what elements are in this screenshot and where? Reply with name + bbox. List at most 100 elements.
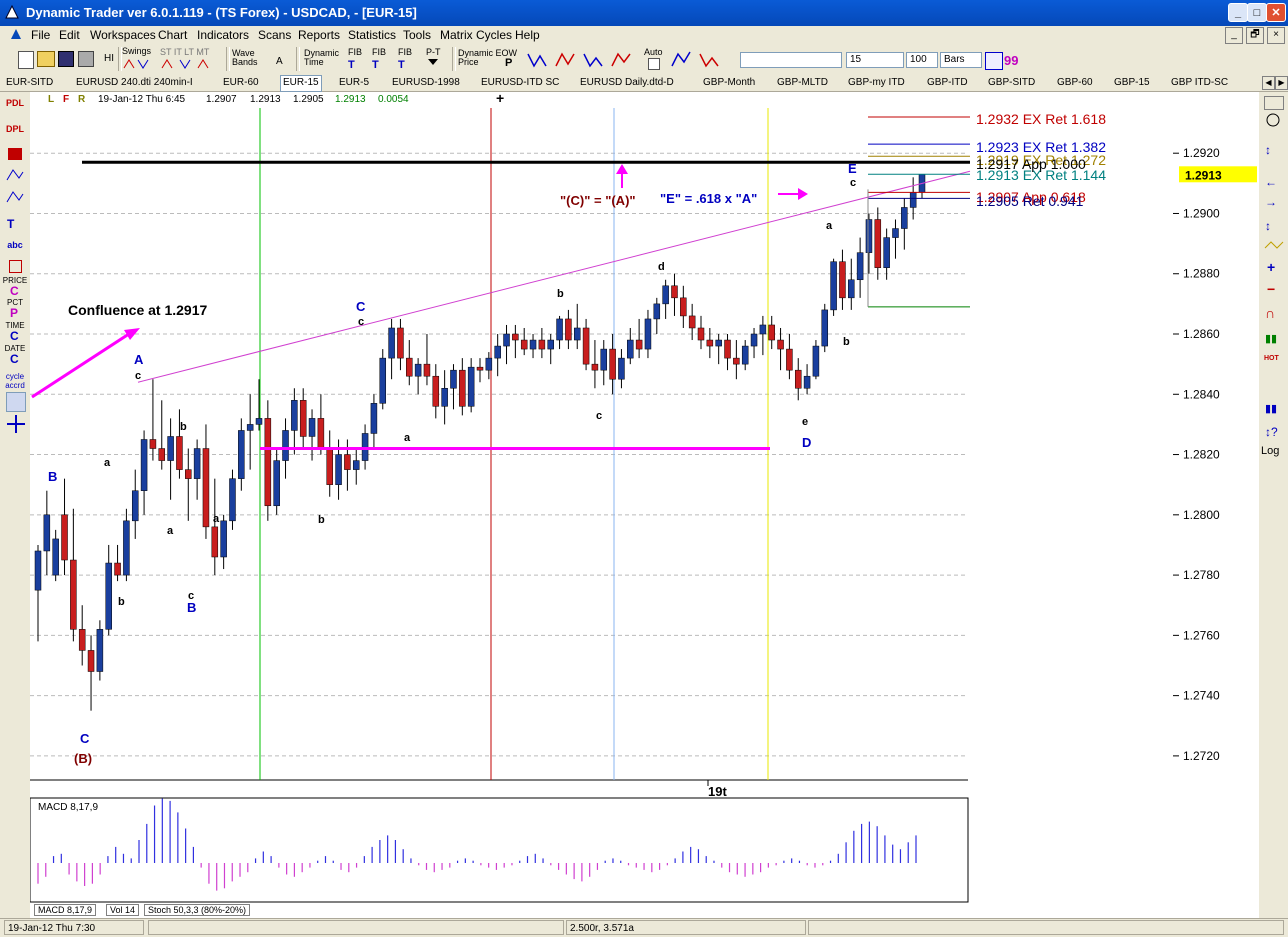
- flag-r[interactable]: R: [78, 94, 85, 105]
- right-tool-icons[interactable]: ↕ ← → ↕ + − ∩ ▮▮ HOT ▮▮ ↕?: [1263, 112, 1285, 452]
- new-chart-icon[interactable]: [18, 51, 34, 69]
- fib-button-1[interactable]: FIB: [348, 48, 362, 57]
- wave-label: a: [213, 513, 220, 525]
- wave-label: d: [658, 261, 665, 273]
- tab-eur-5[interactable]: EUR-5: [339, 75, 369, 90]
- swings-icons[interactable]: [122, 58, 222, 70]
- save-icon[interactable]: [58, 51, 74, 67]
- print-icon[interactable]: [78, 51, 94, 67]
- bar-chart-toggle-icon[interactable]: [985, 52, 1003, 70]
- dynamic-time-button[interactable]: Dynamic Time: [304, 49, 340, 67]
- menu-indicators[interactable]: Indicators: [197, 28, 249, 42]
- tab-eur-sitd[interactable]: EUR-SITD: [6, 75, 53, 90]
- price-chart[interactable]: 1.2920 1.2900 1.2880 1.2860 1.2840 1.2820 1.28…: [30, 92, 1259, 918]
- candle-body: [229, 478, 236, 522]
- tab-stoch[interactable]: Stoch 50,3,3 (80%-20%): [144, 904, 251, 916]
- macd-label: MACD 8,17,9: [38, 802, 98, 813]
- mdi-restore-button[interactable]: 🗗: [1246, 27, 1264, 44]
- tab-gbp-15[interactable]: GBP-15: [1114, 75, 1150, 90]
- eow-p-button[interactable]: P: [505, 58, 512, 69]
- menu-chart[interactable]: Chart: [158, 28, 187, 42]
- tab-gbp-my-itd[interactable]: GBP-my ITD: [848, 75, 905, 90]
- dpl-button[interactable]: DPL: [2, 124, 28, 134]
- fib-button-3[interactable]: FIB: [398, 48, 412, 57]
- wave-bands-button[interactable]: Wave Bands: [232, 49, 260, 67]
- tab-eur-60[interactable]: EUR-60: [223, 75, 259, 90]
- abc-button[interactable]: abc: [2, 240, 28, 250]
- flag-l[interactable]: L: [48, 94, 54, 105]
- pdl-button[interactable]: PDL: [2, 98, 28, 108]
- tab-gbp-itd-sc[interactable]: GBP ITD-SC: [1171, 75, 1228, 90]
- menu-matrix-cycles[interactable]: Matrix Cycles: [440, 28, 512, 42]
- wave-tools-icons[interactable]: [5, 168, 25, 208]
- tab-macd[interactable]: MACD 8,17,9: [34, 904, 97, 916]
- tab-eurusd-itd-sc[interactable]: EURUSD-ITD SC: [481, 75, 559, 90]
- scroll-up-icon[interactable]: [1264, 96, 1284, 110]
- svg-text:→: →: [1265, 195, 1277, 209]
- wave-a-button[interactable]: A: [276, 57, 283, 67]
- wave-label: c: [850, 177, 856, 189]
- tab-gbp-60[interactable]: GBP-60: [1057, 75, 1093, 90]
- menu-scans[interactable]: Scans: [258, 28, 291, 42]
- eraser-icon[interactable]: [8, 148, 22, 160]
- menu-workspaces[interactable]: Workspaces: [90, 28, 156, 42]
- tab-scroll-right-icon[interactable]: ▶: [1275, 76, 1288, 90]
- menu-tools[interactable]: Tools: [403, 28, 431, 42]
- elliott-tools-icons[interactable]: [670, 50, 730, 70]
- tab-vol[interactable]: Vol 14: [106, 904, 140, 916]
- menu-reports[interactable]: Reports: [298, 28, 340, 42]
- candle-body: [123, 520, 130, 576]
- fib-vertical-icon[interactable]: T: [5, 214, 25, 234]
- tab-eurusd-1998[interactable]: EURUSD-1998: [392, 75, 460, 90]
- fib-button-2[interactable]: FIB: [372, 48, 386, 57]
- pointer-icon[interactable]: [6, 392, 26, 412]
- add-indicator-icon[interactable]: +: [496, 90, 504, 106]
- flag-f[interactable]: F: [63, 94, 69, 105]
- auto-checkbox[interactable]: [648, 58, 660, 70]
- candle-body: [715, 339, 722, 347]
- menu-edit[interactable]: Edit: [59, 28, 80, 42]
- interval-select[interactable]: 15: [846, 52, 904, 68]
- bars-unit-select[interactable]: Bars: [940, 52, 982, 68]
- candle-body: [794, 369, 802, 389]
- maximize-button[interactable]: □: [1247, 3, 1267, 22]
- svg-text:T: T: [348, 59, 355, 70]
- log-scale-button[interactable]: Log: [1261, 445, 1279, 457]
- menu-statistics[interactable]: Statistics: [348, 28, 396, 42]
- svg-text:∩: ∩: [1265, 305, 1275, 321]
- crosshair-icon[interactable]: [6, 414, 26, 434]
- tab-gbp-itd[interactable]: GBP-ITD: [927, 75, 968, 90]
- candle-body: [423, 363, 431, 377]
- hi-button[interactable]: HI: [104, 54, 114, 64]
- minimize-button[interactable]: _: [1228, 3, 1248, 22]
- tab-gbp-mltd[interactable]: GBP-MLTD: [777, 75, 828, 90]
- rectangle-tool-icon[interactable]: [9, 260, 22, 273]
- menu-file[interactable]: File: [31, 28, 50, 42]
- pattern-tools-icons[interactable]: [526, 50, 646, 70]
- tab-gbp-sitd[interactable]: GBP-SITD: [988, 75, 1035, 90]
- magnet-icon[interactable]: 99: [1004, 52, 1022, 68]
- open-folder-icon[interactable]: [37, 51, 55, 67]
- svg-text:99: 99: [1004, 53, 1018, 68]
- annotation-up-arrow-head: [616, 164, 628, 174]
- menu-help[interactable]: Help: [515, 28, 540, 42]
- chart-area[interactable]: 1.2920 1.2900 1.2880 1.2860 1.2840 1.2820 1.28…: [30, 92, 1259, 918]
- tab-eurusd-daily[interactable]: EURUSD Daily.dtd-D: [580, 75, 674, 90]
- candle-body: [839, 261, 846, 299]
- candle-body: [538, 339, 546, 350]
- candle-body: [185, 469, 192, 479]
- tab-gbp-month[interactable]: GBP-Month: [703, 75, 755, 90]
- pt-dropdown-icon[interactable]: [428, 59, 438, 67]
- tab-eur-15[interactable]: EUR-15: [280, 75, 322, 92]
- pt-button[interactable]: P-T: [426, 48, 441, 57]
- close-button[interactable]: ✕: [1266, 3, 1286, 22]
- tab-eurusd-240[interactable]: EURUSD 240.dti 240min-I: [76, 75, 193, 90]
- mdi-minimize-button[interactable]: _: [1225, 27, 1243, 44]
- toolbar-separator: [226, 47, 230, 71]
- cycle-accrd-button[interactable]: cycle accrd: [2, 372, 28, 390]
- mdi-close-button[interactable]: ×: [1267, 27, 1285, 44]
- symbol-select[interactable]: [740, 52, 842, 68]
- bars-count-field[interactable]: 100: [906, 52, 938, 68]
- projection-level-label: 1.2905 Ret 0.941: [976, 193, 1084, 209]
- tab-scroll-left-icon[interactable]: ◀: [1262, 76, 1275, 90]
